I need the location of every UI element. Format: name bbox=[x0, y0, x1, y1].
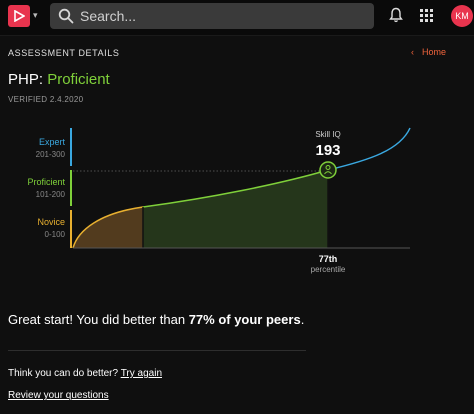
retry-prompt-row: Think you can do better? Try again bbox=[8, 368, 162, 379]
chevron-down-icon[interactable]: ▾ bbox=[33, 10, 38, 21]
novice-area bbox=[73, 207, 143, 248]
top-nav-bar: ▾ KM bbox=[0, 0, 474, 36]
skill-name: PHP: bbox=[8, 71, 44, 88]
skill-iq-chart: Expert 201-300 Proficient 101-200 Novice… bbox=[27, 127, 411, 274]
review-questions-link[interactable]: Review your questions bbox=[8, 390, 109, 401]
skill-iq-score: 193 bbox=[315, 142, 340, 159]
expert-label: Expert bbox=[39, 137, 66, 147]
home-link[interactable]: Home bbox=[422, 47, 446, 57]
try-again-link[interactable]: Try again bbox=[121, 368, 162, 379]
retry-prompt: Think you can do better? bbox=[8, 368, 119, 379]
percentile-label: percentile bbox=[311, 265, 346, 274]
expert-range: 201-300 bbox=[36, 150, 66, 159]
search-input[interactable] bbox=[80, 5, 360, 27]
result-summary: Great start! You did better than 77% of … bbox=[8, 312, 304, 327]
section-label: ASSESSMENT DETAILS bbox=[8, 48, 120, 58]
result-prefix: Great start! You did better than bbox=[8, 312, 189, 327]
page-title: PHP: Proficient bbox=[8, 71, 110, 88]
search-box[interactable] bbox=[50, 3, 374, 29]
verified-date: VERIFIED 2.4.2020 bbox=[8, 95, 84, 104]
novice-label: Novice bbox=[37, 217, 65, 227]
apps-grid-icon[interactable] bbox=[420, 9, 433, 22]
skill-level: Proficient bbox=[47, 71, 110, 88]
chevron-left-icon: ‹ bbox=[411, 47, 414, 57]
bell-icon[interactable] bbox=[389, 7, 403, 23]
result-suffix: . bbox=[300, 312, 305, 327]
proficient-range: 101-200 bbox=[36, 190, 66, 199]
novice-range: 0-100 bbox=[45, 230, 66, 239]
skill-iq-label: Skill IQ bbox=[315, 130, 340, 139]
user-avatar[interactable]: KM bbox=[451, 5, 473, 27]
play-logo-icon bbox=[14, 10, 25, 22]
divider bbox=[8, 350, 306, 351]
percentile-value: 77th bbox=[319, 254, 338, 264]
pluralsight-logo[interactable] bbox=[8, 5, 30, 27]
search-icon bbox=[58, 8, 74, 24]
proficient-area bbox=[143, 170, 328, 248]
result-highlight: 77% of your peers bbox=[188, 312, 301, 327]
proficient-label: Proficient bbox=[27, 177, 65, 187]
